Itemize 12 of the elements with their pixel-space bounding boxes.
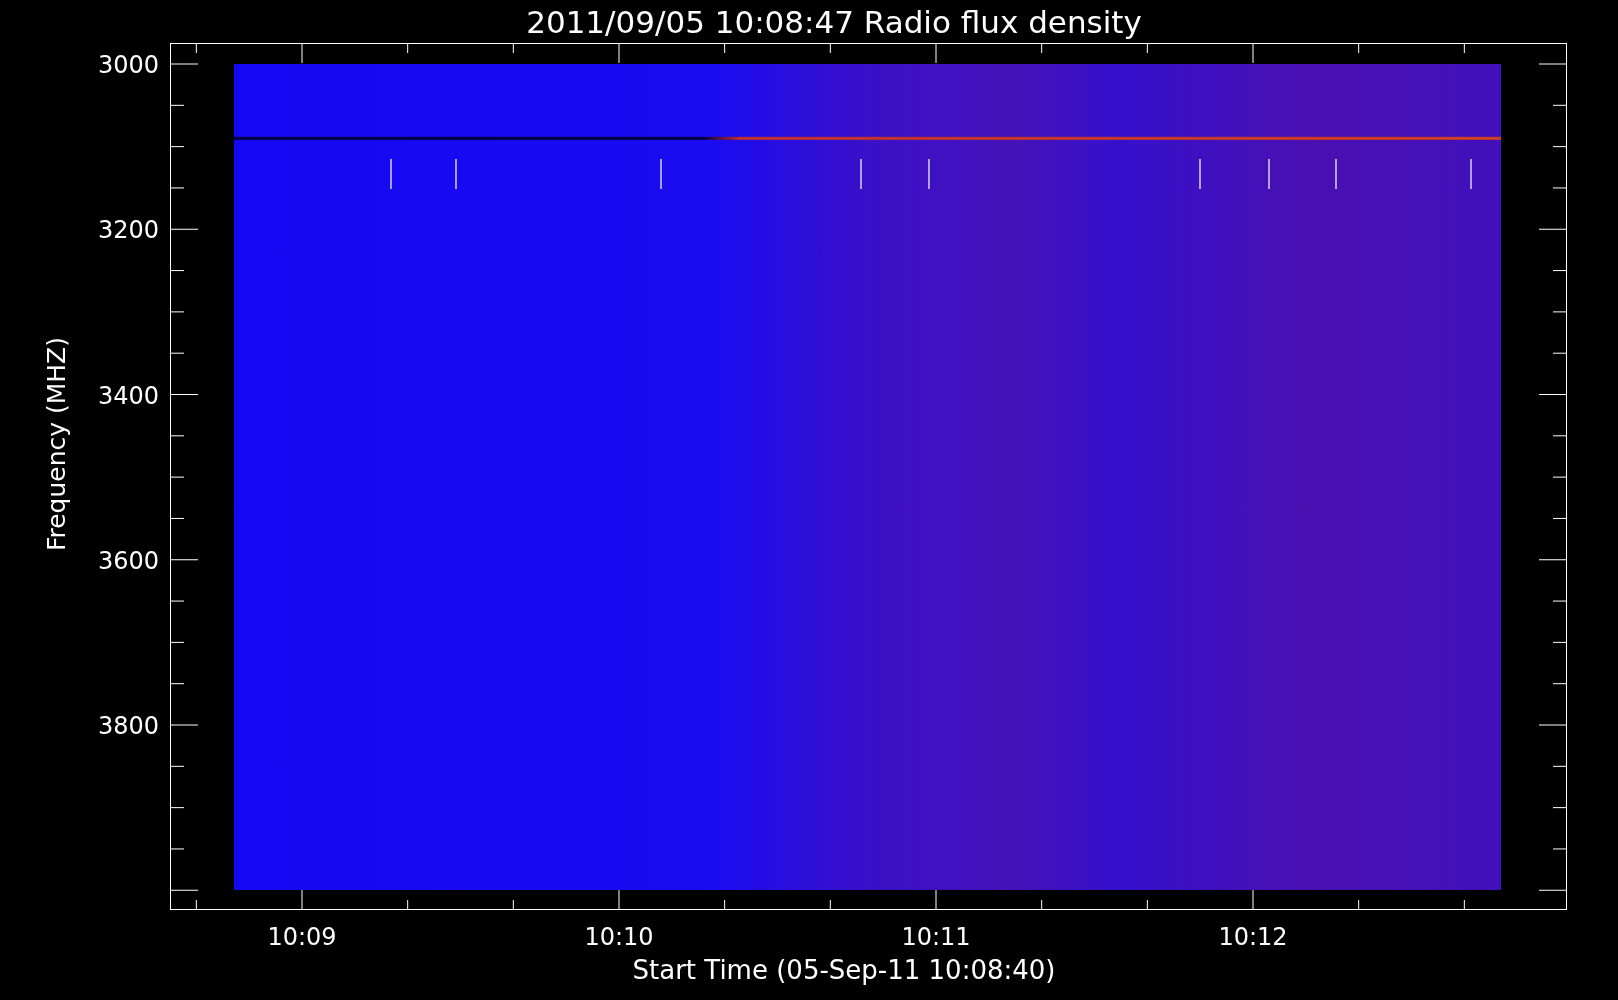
tick-label: 10:11	[901, 923, 971, 951]
tick-label: 3600	[97, 546, 159, 575]
axis-label: Frequency (MHZ)	[42, 337, 71, 552]
tick-label: 3200	[97, 216, 159, 245]
tick-label: 3000	[97, 51, 159, 79]
tick-label: 3400	[97, 381, 159, 410]
tick-label: 3800	[97, 712, 159, 740]
tick-label: 10:10	[584, 923, 654, 951]
tick-label: 10:09	[267, 923, 337, 951]
tick-label: 10:12	[1218, 923, 1288, 951]
axis-label: Start Time (05-Sep-11 10:08:40)	[631, 955, 1056, 985]
chart-title: 2011/09/05 10:08:47 Radio flux density	[525, 3, 1142, 40]
